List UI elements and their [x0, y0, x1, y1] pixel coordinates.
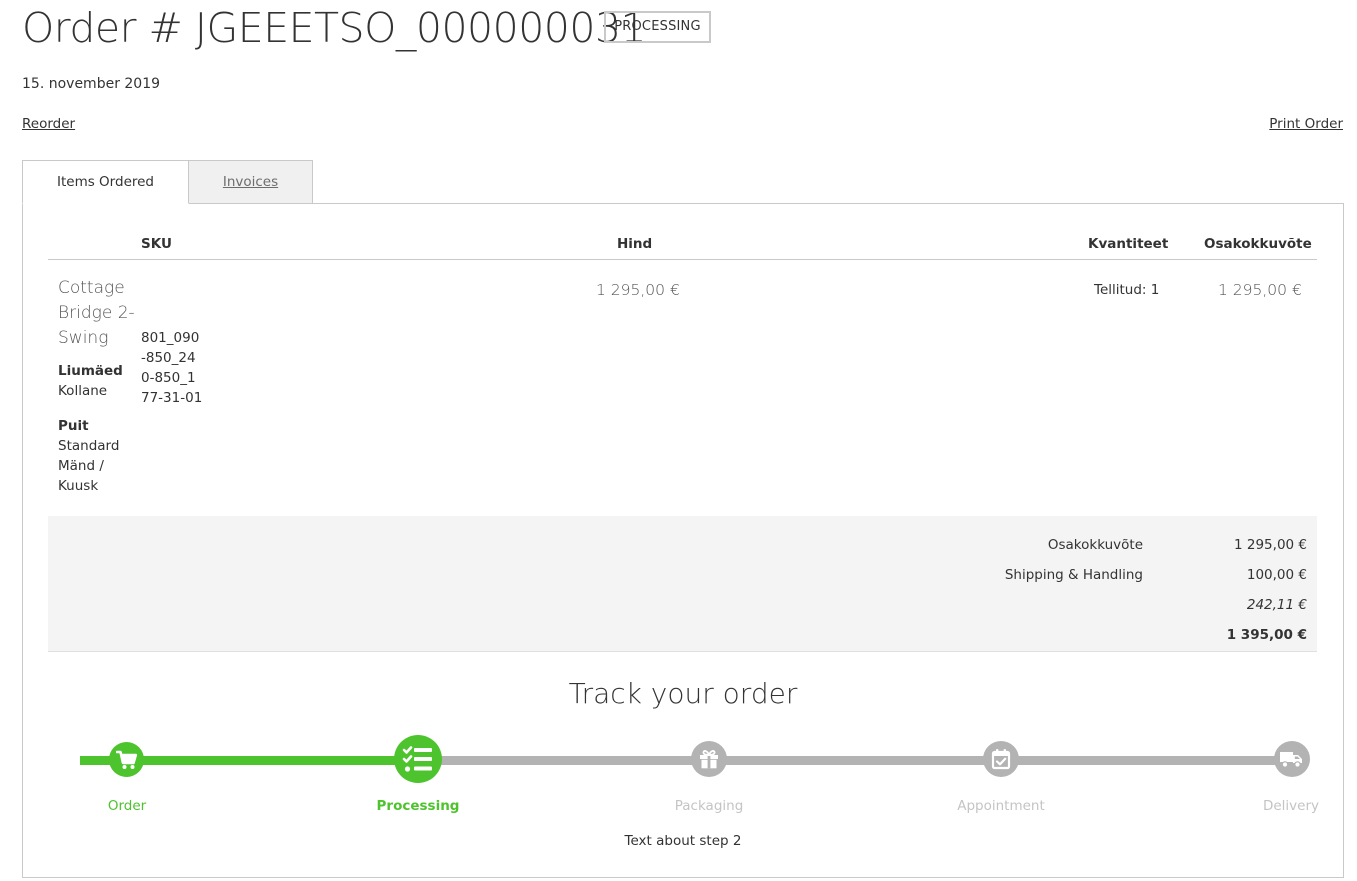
- product-option-label: Liumäed: [58, 361, 138, 381]
- subtotal-label: Osakokkuvõte: [1047, 537, 1143, 553]
- product-sku: 801_090-850_240-850_177-31-01: [141, 330, 203, 406]
- step-delivery: [1274, 741, 1310, 777]
- product-option-label: Puit: [58, 416, 138, 436]
- product-price: 1 295,00 €: [596, 281, 680, 299]
- option-value-wood: Standard Mänd / Kuusk: [58, 438, 120, 494]
- cart-icon: [115, 750, 137, 769]
- tax-value: 242,11 €: [1246, 597, 1307, 613]
- option-label-slides: Liumäed: [58, 363, 123, 379]
- step-packaging: [691, 741, 727, 777]
- step-processing: [394, 735, 442, 783]
- option-label-wood: Puit: [58, 418, 89, 434]
- column-header-sku: SKU: [141, 236, 172, 252]
- step-label-appointment: Appointment: [957, 798, 1045, 814]
- table-header-divider: [48, 259, 1317, 260]
- product-qty: Tellitud: 1: [1094, 282, 1160, 298]
- reorder-link[interactable]: Reorder: [22, 116, 75, 132]
- order-totals: Osakokkuvõte 1 295,00 € Shipping & Handl…: [48, 516, 1317, 652]
- step-label-packaging: Packaging: [674, 798, 744, 814]
- column-header-subtotal: Osakokkuvõte: [1204, 236, 1312, 252]
- step-appointment: [983, 741, 1019, 777]
- step-label-processing: Processing: [376, 798, 460, 814]
- shipping-value: 100,00 €: [1246, 567, 1307, 583]
- print-order-link[interactable]: Print Order: [1269, 116, 1343, 132]
- truck-icon: [1280, 752, 1302, 768]
- step-label-order: Order: [107, 798, 147, 814]
- option-value-slides: Kollane: [58, 383, 108, 399]
- page-title: Order # JGEEETSO_000000031: [22, 4, 647, 52]
- status-badge: PROCESSING: [604, 11, 711, 43]
- tab-items-ordered[interactable]: Items Ordered: [22, 160, 189, 204]
- column-header-price: Hind: [617, 236, 653, 252]
- grand-total-value: 1 395,00 €: [1226, 627, 1307, 643]
- shipping-label: Shipping & Handling: [1004, 567, 1143, 583]
- step-label-delivery: Delivery: [1262, 798, 1320, 814]
- step-order: [109, 742, 144, 777]
- progress-line-remaining: [418, 756, 1294, 765]
- calendar-check-icon: [991, 749, 1011, 770]
- tab-invoices[interactable]: Invoices: [188, 160, 313, 204]
- step-description: Text about step 2: [624, 833, 742, 849]
- gift-icon: [700, 750, 718, 769]
- track-order-title: Track your order: [568, 677, 798, 710]
- product-subtotal: 1 295,00 €: [1218, 281, 1302, 299]
- product-name: Cottage Bridge 2-Swing: [58, 278, 135, 348]
- checklist-icon: [402, 746, 432, 772]
- subtotal-value: 1 295,00 €: [1234, 537, 1307, 553]
- column-header-qty: Kvantiteet: [1088, 236, 1169, 252]
- order-date: 15. november 2019: [22, 76, 161, 92]
